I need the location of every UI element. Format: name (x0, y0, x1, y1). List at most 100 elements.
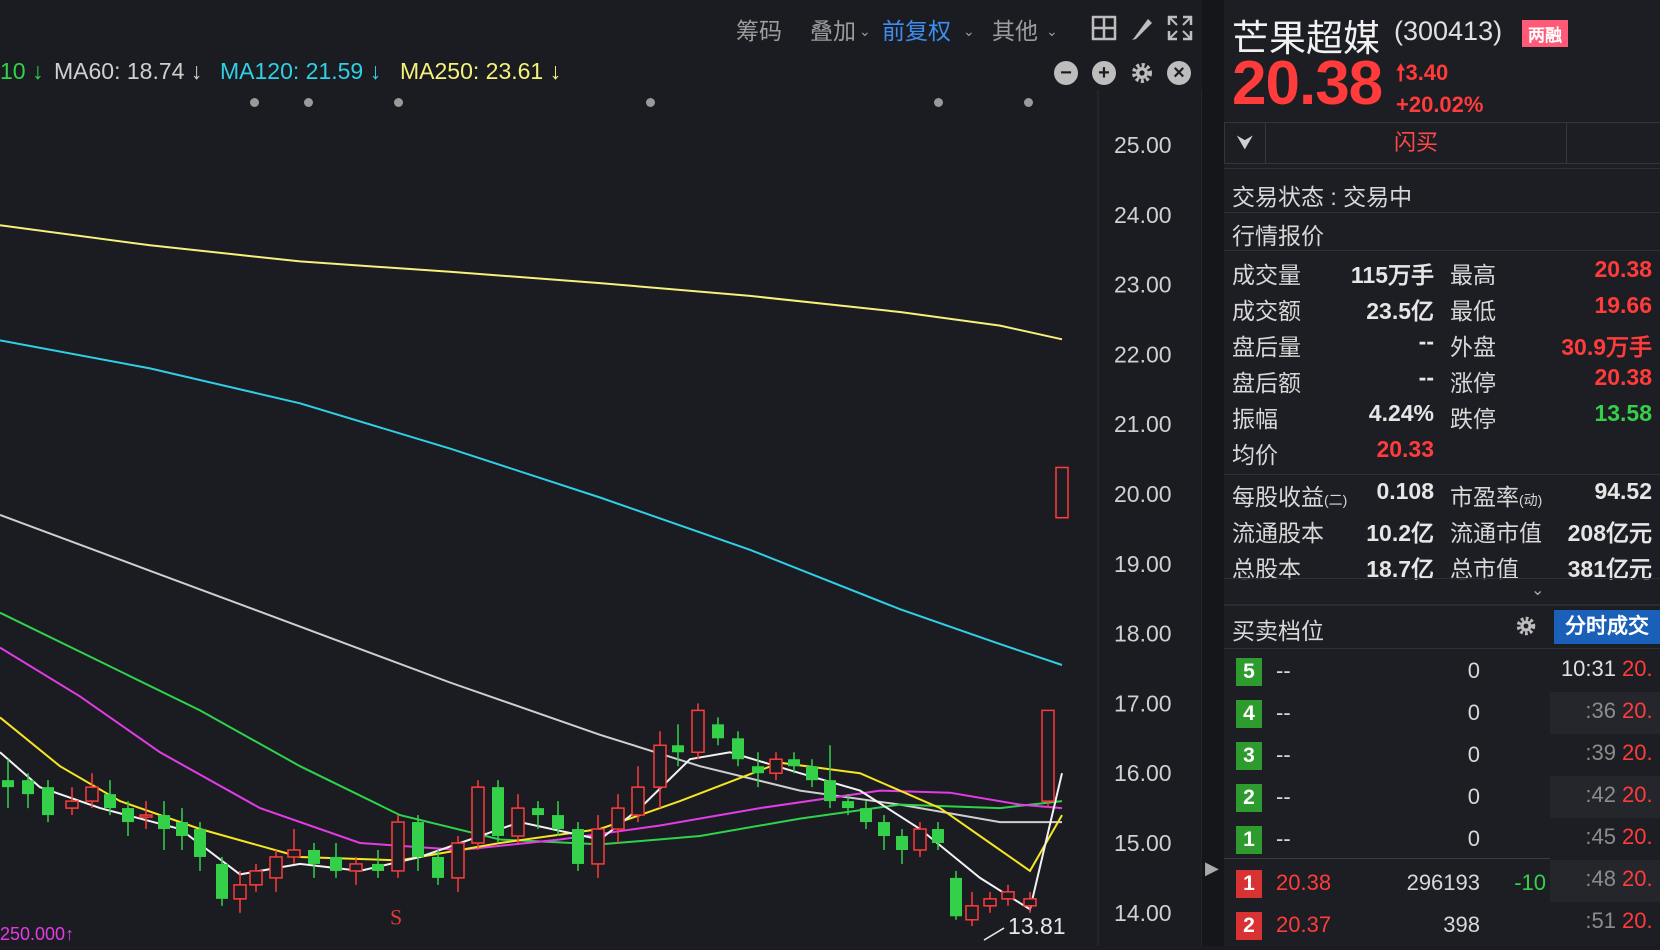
candle[interactable] (65, 787, 79, 816)
candle[interactable] (878, 815, 890, 850)
candle[interactable] (653, 731, 667, 809)
candle[interactable] (591, 815, 605, 878)
candle[interactable] (806, 759, 818, 788)
ask-row[interactable]: 4 -- 0 (1224, 696, 1550, 738)
candle[interactable] (572, 822, 584, 871)
sell-signal-marker[interactable]: S (390, 904, 402, 929)
close-indicator-icon[interactable]: × (1167, 61, 1191, 85)
candle[interactable] (287, 829, 301, 864)
chouma-button[interactable]: 筹码 (736, 12, 782, 46)
fund-label-text: 流通市值 (1450, 520, 1542, 546)
layout-grid-icon[interactable] (1090, 14, 1118, 42)
candle[interactable] (176, 808, 188, 850)
kline-plot[interactable]: 25.00 24.00 23.00 22.00 21.00 20.00 19.00 18.00… (0, 90, 1202, 946)
candle[interactable] (824, 745, 836, 809)
collapse-panel-icon[interactable]: ▶ (1205, 858, 1219, 879)
candle[interactable] (631, 766, 645, 823)
fund-label: 流通市值 (1450, 514, 1542, 548)
fullscreen-icon[interactable] (1166, 14, 1194, 42)
candle[interactable] (471, 780, 485, 850)
margin-badge: 两融 (1522, 20, 1568, 47)
candle[interactable] (965, 891, 979, 927)
settings-gear-icon[interactable] (1514, 614, 1538, 638)
candle[interactable] (511, 794, 525, 843)
candle[interactable] (492, 780, 504, 843)
ask-level-badge: 3 (1236, 742, 1262, 770)
candle[interactable] (372, 849, 384, 878)
price-tick: 19.00 (1114, 551, 1172, 577)
candle[interactable] (139, 801, 153, 830)
expand-chevron-icon[interactable]: ⌄ (1531, 580, 1544, 600)
candle[interactable] (412, 815, 424, 871)
candle[interactable] (269, 849, 283, 892)
ask-row[interactable]: 3 -- 0 (1224, 738, 1550, 780)
candle[interactable] (769, 752, 783, 781)
other-dropdown[interactable]: 其他 ⌄ (992, 12, 1058, 46)
candle[interactable] (42, 780, 54, 823)
ask-row[interactable]: 2 -- 0 (1224, 780, 1550, 822)
bid-row[interactable]: 2 20.37 398 (1224, 908, 1550, 950)
stat-label: 成交额 (1232, 298, 1301, 324)
ma-legend: 10 ↓ MA60: 18.74 ↓ MA120: 21.59 ↓ MA250: 23… (0, 55, 1202, 91)
candle[interactable] (691, 703, 705, 760)
candle[interactable] (158, 801, 170, 850)
tick-row[interactable]: :36 20. (1550, 692, 1660, 734)
settings-gear-icon[interactable] (1129, 60, 1155, 86)
candle[interactable] (249, 863, 263, 892)
candle[interactable] (216, 856, 228, 906)
adjust-label: 前复权 (882, 18, 951, 44)
zoom-in-icon[interactable]: + (1092, 61, 1116, 85)
candle[interactable] (22, 773, 34, 809)
candle[interactable] (1001, 884, 1015, 906)
candle[interactable] (932, 822, 944, 850)
ask-level-badge: 2 (1236, 784, 1262, 812)
tick-row[interactable]: :45 20. (1550, 818, 1660, 860)
tick-row[interactable]: :42 20. (1550, 776, 1660, 818)
stat-value: 20.33 (1376, 436, 1434, 462)
flash-buy-button[interactable]: 闪买 (1265, 122, 1567, 164)
candle[interactable] (1055, 466, 1069, 519)
quote-section-title: 行情报价 (1232, 223, 1324, 249)
candle[interactable] (1041, 709, 1055, 809)
tick-time: :51 (1585, 908, 1616, 933)
candle[interactable] (611, 794, 625, 843)
candle[interactable] (732, 731, 744, 767)
candle[interactable] (349, 856, 363, 885)
candle[interactable] (451, 836, 465, 892)
price-tick: 20.00 (1114, 481, 1172, 507)
candle[interactable] (330, 843, 342, 878)
candle[interactable] (983, 891, 997, 913)
tick-row[interactable]: 10:31 20. (1550, 650, 1660, 692)
tick-row[interactable]: :39 20. (1550, 734, 1660, 776)
candle[interactable] (233, 870, 247, 913)
panel-separator[interactable] (1202, 0, 1224, 946)
kline-chart[interactable]: 筹码 叠加 ⌄ 前复权 ⌄ 其他 ⌄ 10 ↓ MA60: 18.74 ↓ MA120: … (0, 0, 1202, 946)
bid-row[interactable]: 1 20.38 296193 -10 (1224, 866, 1550, 908)
candle[interactable] (896, 829, 908, 864)
ask-volume: 0 (1467, 784, 1480, 809)
flash-sell-button[interactable] (1566, 122, 1660, 164)
collapse-down-icon[interactable]: ⮟ (1224, 122, 1266, 164)
ask-volume: 0 (1467, 742, 1480, 767)
bid-level-badge: 2 (1236, 912, 1262, 940)
candle[interactable] (308, 843, 320, 878)
adjust-dropdown[interactable]: 前复权 ⌄ (882, 12, 975, 46)
stat-value: 20.38 (1594, 364, 1652, 390)
stat-label: 跌停 (1450, 406, 1496, 432)
stat-value: 13.58 (1594, 400, 1652, 426)
tick-row[interactable]: :48 20. (1550, 860, 1660, 902)
overlay-dropdown[interactable]: 叠加 ⌄ (810, 12, 871, 46)
draw-pen-icon[interactable] (1128, 14, 1156, 42)
candle[interactable] (712, 717, 724, 746)
ask-row[interactable]: 5 -- 0 (1224, 654, 1550, 696)
low-price-pointer (983, 927, 1005, 941)
ask-price: -- (1276, 700, 1291, 725)
candle[interactable] (950, 870, 962, 920)
tick-row[interactable]: :51 20. (1550, 902, 1660, 944)
tick-trades-tab[interactable]: 分时成交 (1554, 610, 1660, 644)
candle[interactable] (2, 759, 14, 809)
zoom-out-icon[interactable]: − (1054, 61, 1078, 85)
candle[interactable] (391, 815, 405, 878)
candle[interactable] (860, 801, 872, 830)
candle[interactable] (194, 822, 206, 871)
